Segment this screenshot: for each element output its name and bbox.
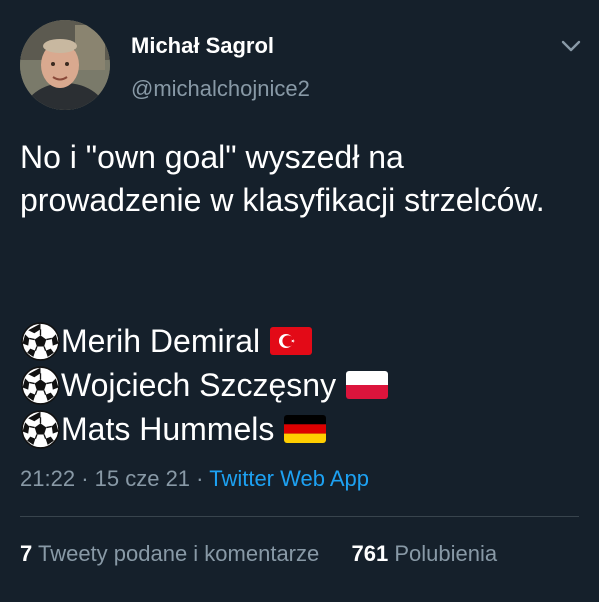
turkey-flag-icon (270, 327, 313, 355)
divider (20, 516, 579, 517)
meta-separator: · (196, 466, 204, 491)
tweet-stats: 7 Tweety podane i komentarze 761 Polubie… (20, 541, 497, 567)
author-handle[interactable]: @michalchojnice2 (131, 76, 310, 102)
tweet-body: No i "own goal" wyszedł na prowadzenie w… (20, 136, 580, 222)
chevron-down-icon[interactable] (558, 33, 584, 59)
meta-separator: · (81, 466, 89, 491)
list-item: Merih Demiral (20, 319, 388, 363)
germany-flag-icon (284, 415, 327, 443)
scorer-name: Merih Demiral (61, 323, 261, 359)
tweet-paragraph: No i "own goal" wyszedł na prowadzenie w… (20, 139, 545, 218)
scorers-list: Merih Demiral Wojciech Szczęsny Mats Hum… (20, 319, 389, 451)
tweet-date[interactable]: 15 cze 21 (95, 466, 190, 491)
likes-count[interactable]: 761 (352, 541, 389, 566)
scorer-name: Mats Hummels (61, 411, 275, 447)
soccer-ball-icon (20, 409, 61, 450)
scorer-name: Wojciech Szczęsny (61, 367, 337, 403)
tweet-metadata: 21:22 · 15 cze 21 · Twitter Web App (20, 466, 369, 492)
retweets-label[interactable]: Tweety podane i komentarze (38, 541, 319, 566)
likes-label[interactable]: Polubienia (394, 541, 497, 566)
soccer-ball-icon (20, 365, 61, 406)
soccer-ball-icon (20, 321, 61, 362)
list-item: Mats Hummels (20, 407, 388, 451)
author-display-name[interactable]: Michał Sagrol (131, 33, 274, 59)
retweets-count[interactable]: 7 (20, 541, 32, 566)
poland-flag-icon (346, 371, 389, 399)
source-app-link[interactable]: Twitter Web App (209, 466, 369, 491)
avatar[interactable] (20, 20, 110, 110)
list-item: Wojciech Szczęsny (20, 363, 389, 407)
tweet-time[interactable]: 21:22 (20, 466, 75, 491)
tweet-card: Michał Sagrol @michalchojnice2 No i "own… (0, 0, 599, 602)
